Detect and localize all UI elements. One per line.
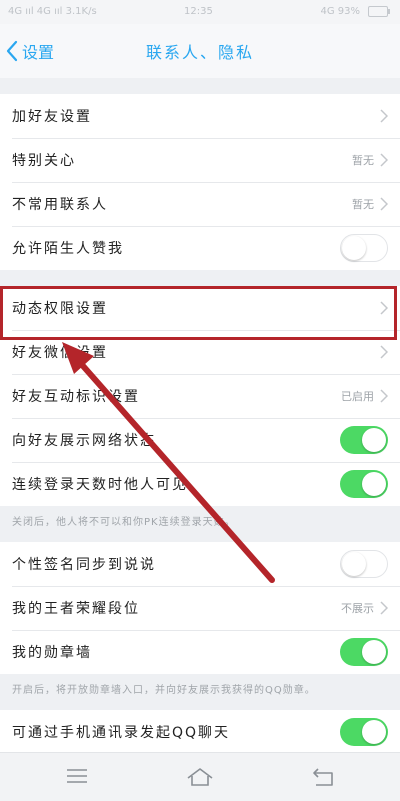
row-label: 连续登录天数时他人可见 [12, 477, 188, 493]
login-days-visible-toggle[interactable] [340, 470, 388, 498]
row-friend-interaction-badge[interactable]: 好友互动标识设置 已启用 [0, 374, 400, 418]
settings-group-privacy: 动态权限设置 好友微信设置 好友互动标识设置 已启用 向好友展示网络状态 连续登… [0, 286, 400, 506]
row-value: 暂无 [352, 154, 374, 167]
chevron-right-icon [380, 601, 388, 615]
chevron-right-icon [380, 109, 388, 123]
status-time: 12:35 [184, 6, 213, 17]
row-login-days-visible: 连续登录天数时他人可见 [0, 462, 400, 506]
login-days-hint: 关闭后，他人将不可以和你PK连续登录天数。 [0, 506, 400, 542]
return-icon[interactable] [312, 767, 334, 787]
row-phone-contacts-chat: 可通过手机通讯录发起QQ聊天 [0, 710, 400, 754]
row-honor-of-kings-rank[interactable]: 我的王者荣耀段位 不展示 [0, 586, 400, 630]
row-label: 动态权限设置 [12, 301, 108, 317]
nav-bar: 设置 联系人、隐私 [0, 24, 400, 78]
signature-sync-toggle[interactable] [340, 550, 388, 578]
row-value: 已启用 [341, 390, 374, 403]
settings-group-profile: 个性签名同步到说说 我的王者荣耀段位 不展示 我的勋章墙 [0, 542, 400, 674]
row-label: 我的王者荣耀段位 [12, 601, 140, 617]
chevron-right-icon [380, 153, 388, 167]
page-title: 联系人、隐私 [145, 43, 254, 62]
medal-wall-hint: 开启后，将开放勋章墙入口，并向好友展示我获得的QQ勋章。 [0, 674, 400, 710]
row-label: 我的勋章墙 [12, 645, 92, 661]
row-label: 允许陌生人赞我 [12, 241, 124, 257]
row-infrequent-contacts[interactable]: 不常用联系人 暂无 [0, 182, 400, 226]
row-signature-sync: 个性签名同步到说说 [0, 542, 400, 586]
settings-group-contacts: 可通过手机通讯录发起QQ聊天 [0, 710, 400, 754]
row-label: 加好友设置 [12, 109, 92, 125]
system-nav-bar [0, 752, 400, 801]
row-label: 不常用联系人 [12, 197, 108, 213]
show-network-status-toggle[interactable] [340, 426, 388, 454]
row-value: 暂无 [352, 198, 374, 211]
row-label: 好友互动标识设置 [12, 389, 140, 405]
row-label: 个性签名同步到说说 [12, 557, 156, 573]
row-value: 不展示 [341, 602, 374, 615]
settings-list: 加好友设置 特别关心 暂无 不常用联系人 暂无 允许陌生人赞我 动态权限设置 好… [0, 78, 400, 754]
menu-icon[interactable] [66, 767, 88, 785]
settings-group-friends: 加好友设置 特别关心 暂无 不常用联系人 暂无 允许陌生人赞我 [0, 94, 400, 270]
chevron-right-icon [380, 301, 388, 315]
home-icon[interactable] [186, 767, 214, 787]
status-battery-text: 4G 93% [320, 6, 360, 17]
status-bar: 4G ııl 4G ııl 3.1K/s 12:35 4G 93% [0, 0, 400, 24]
row-medal-wall: 我的勋章墙 [0, 630, 400, 674]
row-special-care[interactable]: 特别关心 暂无 [0, 138, 400, 182]
row-feed-permission-settings[interactable]: 动态权限设置 [0, 286, 400, 330]
status-signal: 4G ııl 4G ııl 3.1K/s [8, 6, 97, 17]
chevron-right-icon [380, 389, 388, 403]
row-show-network-status: 向好友展示网络状态 [0, 418, 400, 462]
chevron-right-icon [380, 345, 388, 359]
row-allow-stranger-likes: 允许陌生人赞我 [0, 226, 400, 270]
phone-contacts-chat-toggle[interactable] [340, 718, 388, 746]
chevron-right-icon [380, 197, 388, 211]
row-friend-wechat-settings[interactable]: 好友微信设置 [0, 330, 400, 374]
row-label: 特别关心 [12, 153, 76, 169]
row-label: 可通过手机通讯录发起QQ聊天 [12, 725, 231, 741]
row-label: 向好友展示网络状态 [12, 433, 156, 449]
allow-stranger-likes-toggle[interactable] [340, 234, 388, 262]
row-add-friend-settings[interactable]: 加好友设置 [0, 94, 400, 138]
row-label: 好友微信设置 [12, 345, 108, 361]
medal-wall-toggle[interactable] [340, 638, 388, 666]
battery-icon [368, 6, 390, 17]
